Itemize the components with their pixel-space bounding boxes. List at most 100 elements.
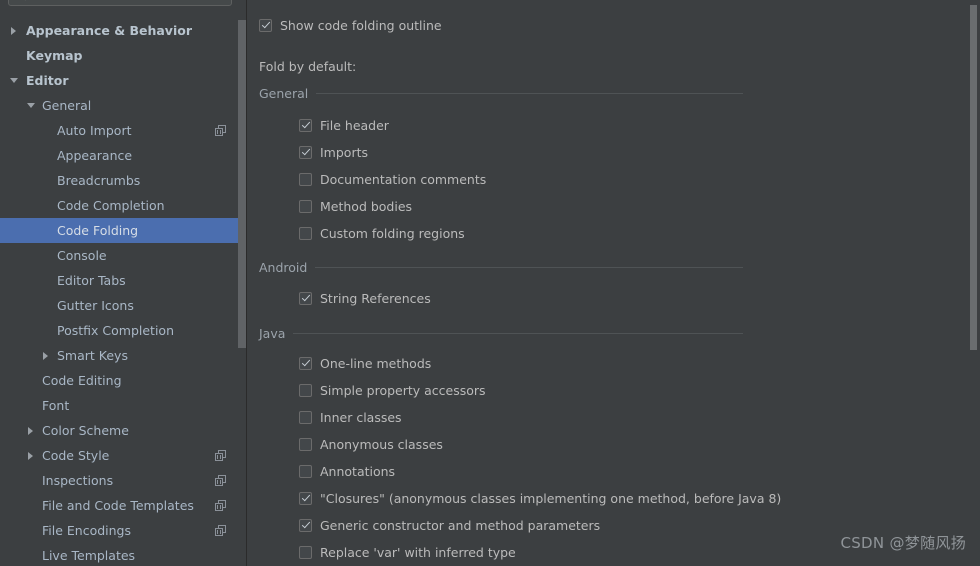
fold-option-row[interactable]: Custom folding regions — [299, 224, 465, 242]
fold-option-checkbox[interactable] — [299, 545, 312, 559]
sidebar-item-file-encodings[interactable]: File Encodings — [0, 518, 246, 543]
group-separator — [316, 93, 743, 94]
sidebar-item-label: Code Style — [42, 448, 110, 463]
fold-option-checkbox[interactable] — [299, 172, 312, 186]
fold-option-label: String References — [320, 290, 431, 306]
fold-option-label: "Closures" (anonymous classes implementi… — [320, 490, 782, 506]
sidebar-item-editor-tabs[interactable]: Editor Tabs — [0, 268, 246, 293]
sidebar-item-label: Live Templates — [42, 548, 136, 563]
fold-option-checkbox[interactable] — [299, 226, 312, 240]
sidebar-item-code-completion[interactable]: Code Completion — [0, 193, 246, 218]
sidebar-item-label: Gutter Icons — [57, 298, 134, 313]
sidebar-item-code-editing[interactable]: Code Editing — [0, 368, 246, 393]
sidebar-item-live-templates[interactable]: Live Templates — [0, 543, 246, 566]
sidebar-item-label: Editor — [26, 73, 69, 88]
sidebar-item-breadcrumbs[interactable]: Breadcrumbs — [0, 168, 246, 193]
chevron-down-icon[interactable] — [10, 78, 18, 83]
sidebar-item-label: General — [42, 98, 92, 113]
fold-option-row[interactable]: String References — [299, 289, 431, 307]
fold-option-label: Anonymous classes — [320, 436, 443, 452]
fold-option-checkbox[interactable] — [299, 410, 312, 424]
settings-sidebar: Appearance & Behavior Keymap Editor General… — [0, 0, 246, 566]
fold-option-label: Method bodies — [320, 198, 413, 214]
sidebar-item-inspections[interactable]: Inspections — [0, 468, 246, 493]
sidebar-scrollbar-track[interactable] — [238, 0, 246, 566]
sidebar-item-auto-import[interactable]: Auto Import — [0, 118, 246, 143]
group-header-java: Java — [259, 326, 743, 341]
fold-option-label: Simple property accessors — [320, 382, 486, 398]
fold-option-checkbox[interactable] — [299, 464, 312, 478]
fold-option-row[interactable]: Imports — [299, 143, 368, 161]
fold-option-row[interactable]: Replace 'var' with inferred type — [299, 543, 516, 561]
show-code-folding-outline-checkbox[interactable] — [259, 18, 272, 32]
sidebar-item-appearance[interactable]: Appearance — [0, 143, 246, 168]
fold-option-checkbox[interactable] — [299, 199, 312, 213]
sidebar-item-editor[interactable]: Editor — [0, 68, 246, 93]
fold-option-row[interactable]: Annotations — [299, 462, 395, 480]
sidebar-item-label: Console — [57, 248, 107, 263]
fold-option-row[interactable]: Inner classes — [299, 408, 402, 426]
fold-option-row[interactable]: File header — [299, 116, 389, 134]
copy-icon[interactable] — [215, 450, 226, 461]
sidebar-item-label: File Encodings — [42, 523, 132, 538]
fold-option-checkbox[interactable] — [299, 491, 312, 505]
sidebar-item-general[interactable]: General — [0, 93, 246, 118]
settings-search-box[interactable] — [8, 0, 232, 6]
sidebar-item-font[interactable]: Font — [0, 393, 246, 418]
fold-option-checkbox[interactable] — [299, 518, 312, 532]
sidebar-item-code-style[interactable]: Code Style — [0, 443, 246, 468]
fold-option-row[interactable]: Documentation comments — [299, 170, 486, 188]
fold-option-row[interactable]: One-line methods — [299, 354, 431, 372]
fold-option-row[interactable]: Anonymous classes — [299, 435, 443, 453]
main-scrollbar-thumb[interactable] — [970, 5, 977, 350]
sidebar-item-console[interactable]: Console — [0, 243, 246, 268]
chevron-right-icon[interactable] — [28, 452, 33, 460]
settings-tree: Appearance & Behavior Keymap Editor General… — [0, 18, 246, 566]
sidebar-item-postfix-completion[interactable]: Postfix Completion — [0, 318, 246, 343]
group-title: Java — [259, 326, 286, 341]
sidebar-item-code-folding[interactable]: Code Folding — [0, 218, 238, 243]
fold-option-checkbox[interactable] — [299, 145, 312, 159]
sidebar-item-label: Appearance & Behavior — [26, 23, 192, 38]
fold-option-checkbox[interactable] — [299, 118, 312, 132]
copy-icon[interactable] — [215, 500, 226, 511]
fold-option-checkbox[interactable] — [299, 356, 312, 370]
chevron-right-icon[interactable] — [28, 427, 33, 435]
fold-option-row[interactable]: Method bodies — [299, 197, 412, 215]
fold-option-checkbox[interactable] — [299, 291, 312, 305]
group-title: General — [259, 86, 309, 101]
group-separator — [293, 333, 743, 334]
sidebar-item-smart-keys[interactable]: Smart Keys — [0, 343, 246, 368]
show-code-folding-outline-row[interactable]: Show code folding outline — [259, 16, 442, 34]
sidebar-item-appearance-behavior[interactable]: Appearance & Behavior — [0, 18, 246, 43]
sidebar-item-color-scheme[interactable]: Color Scheme — [0, 418, 246, 443]
sidebar-item-label: Breadcrumbs — [57, 173, 141, 188]
sidebar-item-label: Code Folding — [57, 223, 139, 238]
sidebar-item-keymap[interactable]: Keymap — [0, 43, 246, 68]
settings-dialog: Appearance & Behavior Keymap Editor General… — [0, 0, 980, 566]
fold-option-checkbox[interactable] — [299, 383, 312, 397]
fold-option-label: File header — [320, 117, 389, 133]
sidebar-item-gutter-icons[interactable]: Gutter Icons — [0, 293, 246, 318]
fold-option-row[interactable]: Simple property accessors — [299, 381, 486, 399]
chevron-right-icon[interactable] — [11, 27, 16, 35]
chevron-down-icon[interactable] — [27, 103, 35, 108]
chevron-right-icon[interactable] — [43, 352, 48, 360]
fold-option-label: Custom folding regions — [320, 225, 465, 241]
code-folding-settings-panel: Show code folding outline Fold by defaul… — [247, 0, 980, 566]
show-code-folding-outline-label: Show code folding outline — [280, 17, 442, 33]
fold-option-row[interactable]: "Closures" (anonymous classes implementi… — [299, 489, 781, 507]
copy-icon[interactable] — [215, 475, 226, 486]
fold-option-label: Generic constructor and method parameter… — [320, 517, 601, 533]
sidebar-item-file-and-code-templates[interactable]: File and Code Templates — [0, 493, 246, 518]
fold-option-checkbox[interactable] — [299, 437, 312, 451]
sidebar-item-label: Code Completion — [57, 198, 165, 213]
sidebar-item-label: Editor Tabs — [57, 273, 126, 288]
copy-icon[interactable] — [215, 125, 226, 136]
sidebar-scrollbar-thumb[interactable] — [238, 20, 246, 348]
fold-option-label: Replace 'var' with inferred type — [320, 544, 516, 560]
group-separator — [315, 267, 743, 268]
fold-option-row[interactable]: Generic constructor and method parameter… — [299, 516, 600, 534]
fold-option-label: Annotations — [320, 463, 396, 479]
copy-icon[interactable] — [215, 525, 226, 536]
